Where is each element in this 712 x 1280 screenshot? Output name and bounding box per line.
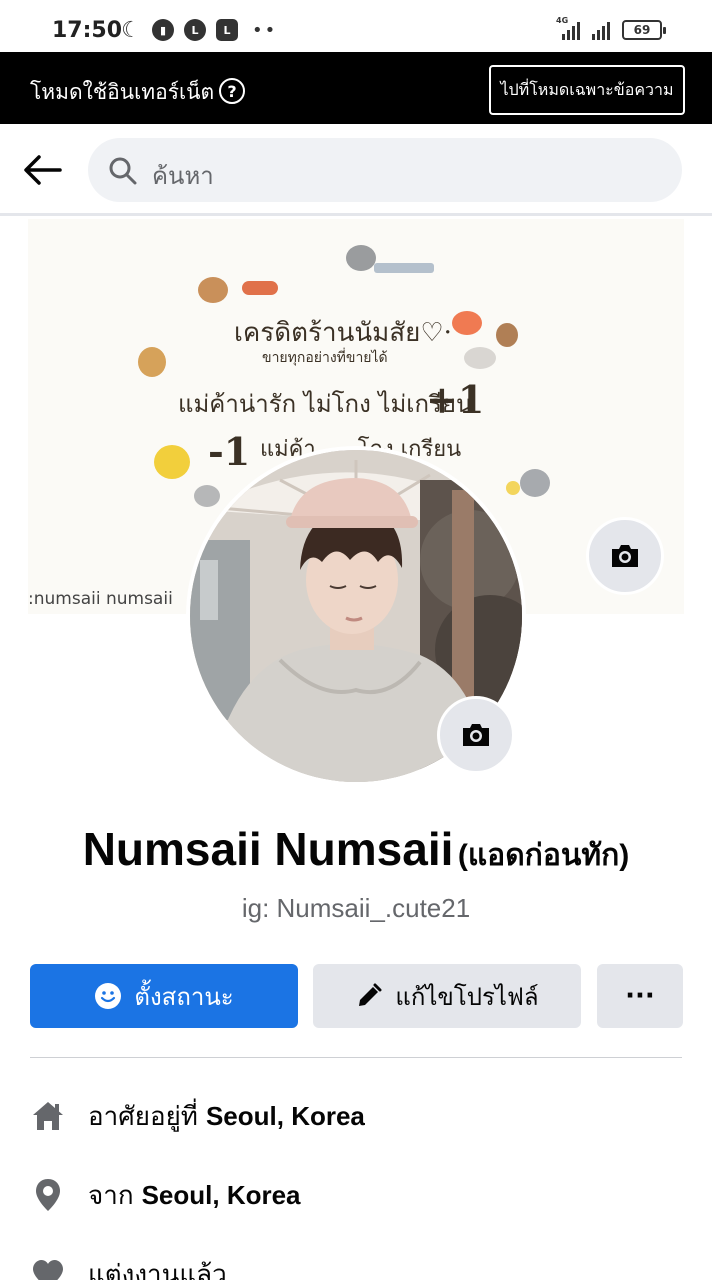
intro-lives-in-value[interactable]: Seoul, Korea	[206, 1101, 365, 1132]
data-mode-banner: โหมดใช้อินเทอร์เน็ต ? ไปที่โหมดเฉพาะข้อค…	[0, 52, 712, 124]
search-input[interactable]: ค้นหา	[88, 138, 682, 202]
line-icon: L	[184, 19, 206, 41]
l-icon: L	[216, 19, 238, 41]
more-dots-icon: ···	[625, 981, 655, 1011]
text-only-mode-button[interactable]: ไปที่โหมดเฉพาะข้อความ	[489, 65, 685, 115]
star-doodle	[506, 481, 520, 495]
search-header: ค้นหา	[0, 124, 712, 216]
more-options-button[interactable]: ···	[597, 964, 683, 1028]
intro-from-value[interactable]: Seoul, Korea	[142, 1180, 301, 1211]
more-notifications-icon: ••	[252, 19, 278, 41]
rocket-doodle	[242, 281, 278, 295]
data-mode-label: โหมดใช้อินเทอร์เน็ต	[30, 80, 215, 104]
back-arrow-icon[interactable]	[22, 152, 62, 188]
intro-lives-in: อาศัยอยู่ที่ Seoul, Korea	[30, 1096, 365, 1136]
planet-doodle-3	[496, 323, 518, 347]
camera-icon	[463, 724, 489, 746]
stats-icon: ▮	[152, 19, 174, 41]
location-pin-icon	[30, 1177, 66, 1213]
edit-profile-picture-camera-button[interactable]	[437, 696, 515, 774]
status-icons: ☾ ▮ L L ••	[120, 17, 278, 43]
edit-profile-label: แก้ไขโปรไฟล์	[395, 982, 539, 1011]
planet-doodle	[198, 277, 228, 303]
cover-watermark: :numsaii numsaii	[28, 589, 173, 609]
set-status-label: ตั้งสถานะ	[134, 982, 234, 1011]
search-icon	[109, 157, 137, 185]
asteroid-doodle-2	[520, 469, 550, 497]
rock-doodle	[194, 485, 220, 507]
pencil-icon	[359, 983, 382, 1006]
signal-icon	[592, 20, 610, 40]
network-label: 4G	[556, 16, 569, 25]
cover-plus-one: +1	[426, 377, 485, 422]
comet-doodle	[452, 311, 482, 335]
status-bar: 17:50 ☾ ▮ L L •• 4G 69	[0, 0, 712, 52]
profile-name: Numsaii Numsaii (แอดก่อนทัก)	[0, 822, 712, 879]
divider	[30, 1057, 682, 1058]
satellite-doodle	[374, 263, 434, 273]
asteroid-doodle	[346, 245, 376, 271]
intro-lives-in-prefix: อาศัยอยู่ที่	[88, 1101, 198, 1132]
profile-name-main: Numsaii Numsaii	[82, 823, 454, 875]
planet-doodle-2	[138, 347, 166, 377]
status-right: 4G 69	[556, 16, 666, 40]
intro-relationship: แต่งงานแล้ว	[30, 1254, 227, 1280]
moon-icon: ☾	[121, 17, 141, 43]
heart-icon	[30, 1256, 66, 1280]
galaxy-doodle	[464, 347, 496, 369]
battery-level: 69	[633, 23, 651, 37]
smiley-icon	[95, 983, 122, 1009]
search-placeholder: ค้นหา	[152, 162, 214, 190]
edit-cover-camera-button[interactable]	[586, 517, 664, 595]
set-status-button[interactable]: ตั้งสถานะ	[30, 964, 298, 1028]
edit-profile-button[interactable]: แก้ไขโปรไฟล์	[313, 964, 581, 1028]
home-icon	[30, 1098, 66, 1134]
battery-icon: 69	[622, 20, 666, 40]
status-time: 17:50	[52, 18, 123, 43]
help-icon[interactable]: ?	[219, 78, 245, 104]
profile-alternate-name: (แอดก่อนทัก)	[457, 839, 630, 872]
profile-bio: ig: Numsaii_.cute21	[241, 893, 471, 923]
intro-from: จาก Seoul, Korea	[30, 1175, 301, 1215]
moon-doodle	[154, 445, 190, 479]
camera-icon	[612, 545, 638, 567]
intro-from-prefix: จาก	[88, 1180, 134, 1211]
signal-4g-icon: 4G	[556, 16, 580, 40]
cover-subtitle: ขายทุกอย่างที่ขายได้	[262, 350, 388, 366]
cover-minus-one: -1	[208, 429, 251, 474]
intro-relationship-text: แต่งงานแล้ว	[88, 1259, 227, 1280]
